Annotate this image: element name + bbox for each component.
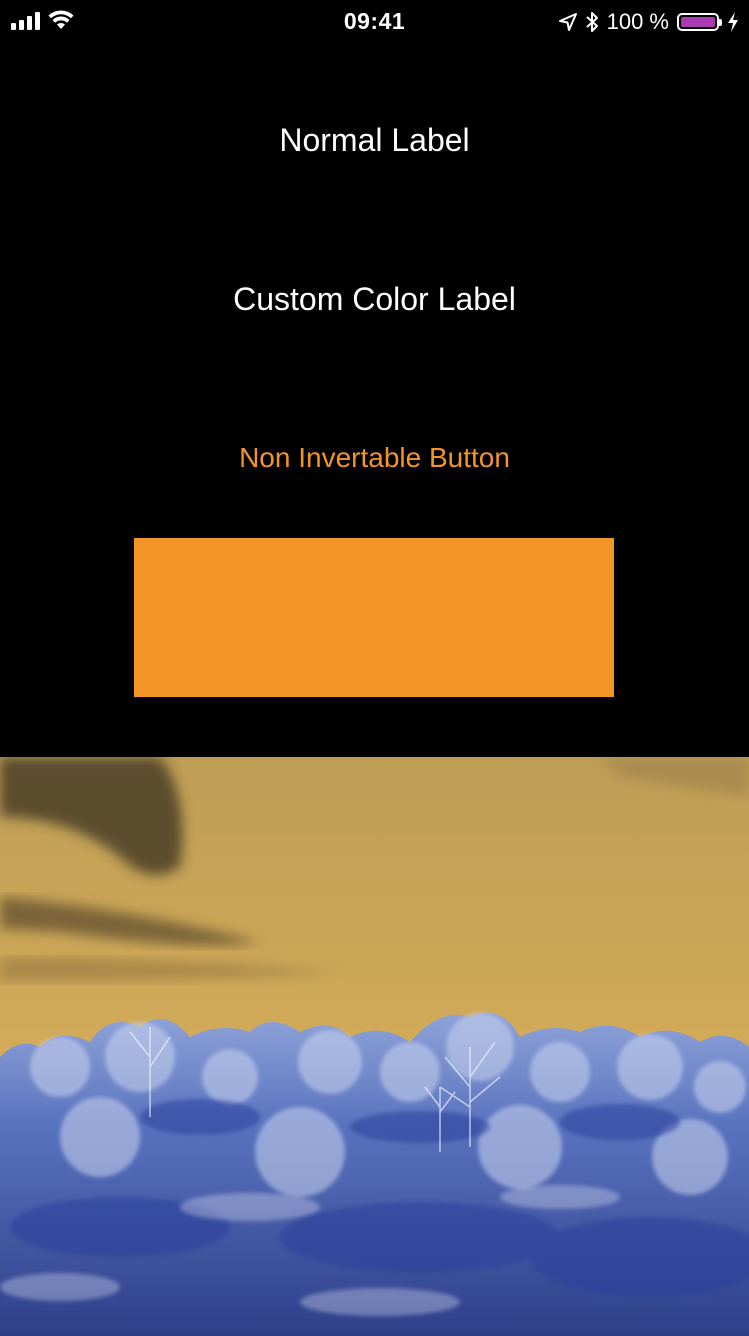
charging-icon [728,12,738,32]
custom-color-label: Custom Color Label [233,281,516,317]
battery-level [681,17,715,27]
battery-icon [677,13,722,31]
bluetooth-icon [585,12,598,32]
status-bar: 09:41 100 % [0,0,749,44]
inverted-landscape-image [0,757,749,1336]
landscape-drawing [0,757,749,1336]
status-right: 100 % [558,9,739,35]
non-invertable-button[interactable]: Non Invertable Button [0,442,749,474]
location-icon [558,13,577,31]
orange-color-view [134,538,614,697]
normal-label: Normal Label [279,122,470,158]
battery-percentage: 100 % [606,9,669,34]
